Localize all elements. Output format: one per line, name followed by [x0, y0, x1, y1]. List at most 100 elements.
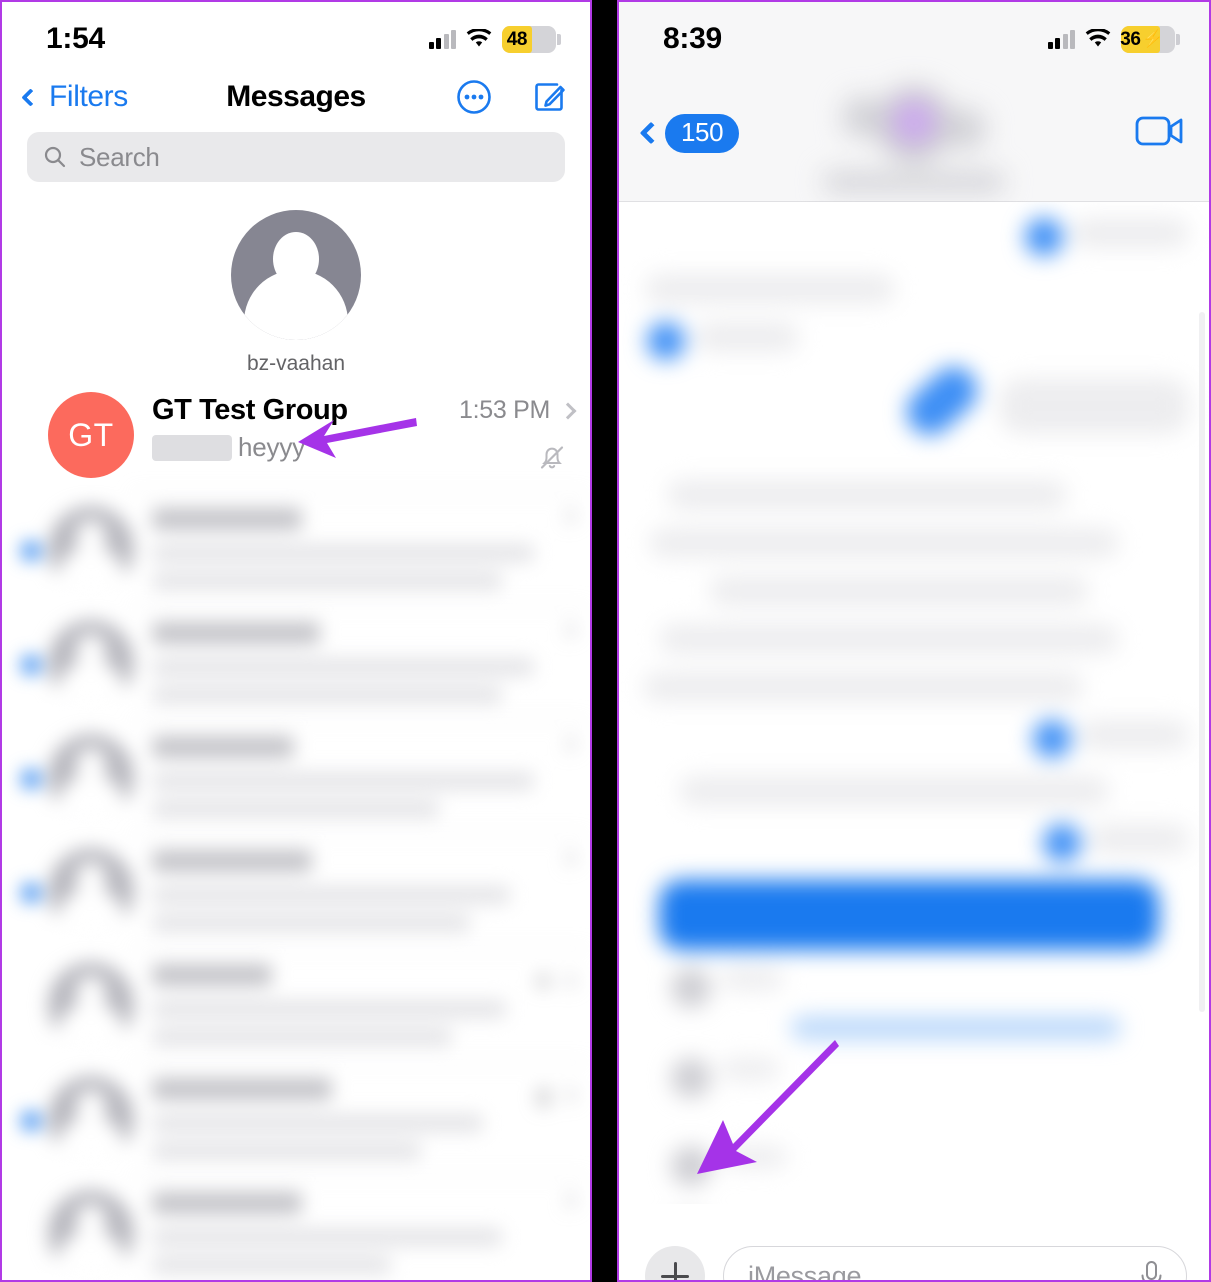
- avatar: [48, 620, 134, 706]
- chevron-right-icon: [559, 849, 577, 867]
- screenshot-root: 1:54 48 Filters Messages Search bz-vaaha…: [0, 0, 1211, 1282]
- conversation-row[interactable]: g: [2, 1062, 590, 1176]
- conversation-row[interactable]: [2, 834, 590, 948]
- avatar: [48, 962, 134, 1048]
- conversation-time: o: [536, 966, 550, 994]
- circle-ellipsis-icon[interactable]: [456, 79, 492, 115]
- chevron-left-icon: [21, 87, 40, 107]
- message-row: [639, 218, 1189, 256]
- message-row: [639, 968, 1189, 1008]
- group-avatar: [842, 85, 986, 162]
- message-row: [639, 776, 1189, 806]
- unread-count-badge: 150: [665, 113, 740, 154]
- chevron-right-icon: [559, 507, 577, 525]
- unread-dot: [22, 428, 40, 446]
- unread-dot: [22, 1226, 40, 1244]
- message-row-highlighted: [639, 880, 1189, 950]
- wifi-icon: [1085, 29, 1111, 49]
- conversation-preview: heyyy: [238, 432, 305, 463]
- message-thread[interactable]: [619, 202, 1209, 1204]
- message-row: [639, 576, 1189, 606]
- message-row: [639, 624, 1189, 654]
- conversation-row[interactable]: [2, 1176, 590, 1280]
- message-row: [639, 1058, 1189, 1098]
- chevron-right-icon: [559, 735, 577, 753]
- plus-icon[interactable]: [645, 1246, 705, 1280]
- charging-bolt-icon: ⚡: [1142, 29, 1164, 48]
- search-input[interactable]: Search: [27, 132, 565, 182]
- avatar: GT: [48, 392, 134, 478]
- messages-nav-bar: Filters Messages: [2, 66, 590, 128]
- status-indicators: 36 ⚡: [1047, 25, 1180, 53]
- chevron-right-icon: [559, 621, 577, 639]
- message-row: [639, 528, 1189, 558]
- conversation-row-gt-test-group[interactable]: GT GT Test Group heyyy 1:53 PM: [2, 386, 590, 492]
- imessage-input[interactable]: iMessage: [723, 1246, 1187, 1282]
- conversation-preview-line: heyyy: [152, 432, 459, 463]
- chevron-right-icon: [559, 402, 577, 419]
- conversation-row[interactable]: o: [2, 948, 590, 1062]
- chevron-left-icon: [639, 122, 663, 145]
- search-container: Search: [2, 128, 590, 196]
- unread-dot: [22, 998, 40, 1016]
- message-row: [639, 824, 1189, 862]
- compose-icon[interactable]: [532, 79, 568, 115]
- right-phone-screen: 8:39 36 ⚡ 150 iMessage: [617, 0, 1211, 1282]
- unread-dot: [22, 884, 40, 902]
- message-row: [639, 720, 1189, 758]
- message-row: [639, 357, 1189, 445]
- avatar: [48, 734, 134, 820]
- vertical-scrollbar[interactable]: [1199, 312, 1205, 1012]
- conversation-row[interactable]: [2, 492, 590, 606]
- cellular-bars-icon: [1047, 29, 1075, 49]
- chevron-right-icon: [559, 972, 577, 989]
- unread-dot: [22, 1112, 40, 1130]
- conversation-title: GT Test Group: [152, 394, 348, 426]
- battery-percent: 48: [506, 28, 528, 50]
- search-placeholder: Search: [79, 141, 160, 172]
- video-camera-icon[interactable]: [1135, 114, 1185, 153]
- microphone-icon[interactable]: [1138, 1259, 1164, 1282]
- chevron-right-icon: [559, 1086, 577, 1103]
- back-to-messages-button[interactable]: 150: [637, 113, 740, 154]
- battery-indicator: 48: [502, 25, 561, 53]
- conversation-row[interactable]: [2, 606, 590, 720]
- unread-dot: [22, 770, 40, 788]
- unread-dot: [22, 542, 40, 560]
- conversation-row[interactable]: [2, 720, 590, 834]
- message-list-blurred: [619, 202, 1209, 1204]
- panel-divider: [592, 0, 617, 1282]
- chevron-right-icon: [559, 1191, 577, 1209]
- avatar: [48, 848, 134, 934]
- message-row: [639, 274, 1189, 304]
- bell-slash-icon: [540, 446, 564, 469]
- message-row: [639, 480, 1189, 510]
- contact-hero-name: bz-vaahan: [246, 352, 346, 375]
- filters-back-button[interactable]: Filters: [18, 80, 128, 114]
- chat-contact-name: [824, 171, 1004, 192]
- search-icon: [44, 146, 66, 168]
- avatar-initials: GT: [68, 416, 114, 453]
- person-avatar-icon: [231, 210, 361, 340]
- avatar: [48, 1076, 134, 1162]
- conversation-time: g: [536, 1080, 550, 1108]
- message-row: [639, 672, 1189, 702]
- status-time: 8:39: [663, 22, 722, 55]
- status-indicators: 48: [428, 25, 561, 53]
- redacted-sender: [152, 434, 232, 461]
- filters-label: Filters: [49, 80, 128, 113]
- avatar: [48, 506, 134, 592]
- nav-actions: [456, 79, 568, 115]
- conversation-text: GT Test Group heyyy: [134, 392, 459, 463]
- status-time: 1:54: [46, 22, 105, 55]
- wifi-icon: [466, 29, 492, 49]
- message-row: [639, 1016, 1189, 1040]
- conversation-time: 1:53 PM: [458, 396, 550, 424]
- battery-indicator: 36 ⚡: [1120, 25, 1180, 53]
- status-bar-left: 1:54 48: [2, 2, 590, 66]
- conversation-list: GT GT Test Group heyyy 1:53 PM o g: [2, 386, 590, 1280]
- battery-percent: 36: [1120, 28, 1141, 50]
- chat-header: 150: [619, 66, 1209, 202]
- imessage-placeholder: iMessage: [748, 1260, 862, 1282]
- status-bar-right: 8:39 36 ⚡: [619, 2, 1209, 66]
